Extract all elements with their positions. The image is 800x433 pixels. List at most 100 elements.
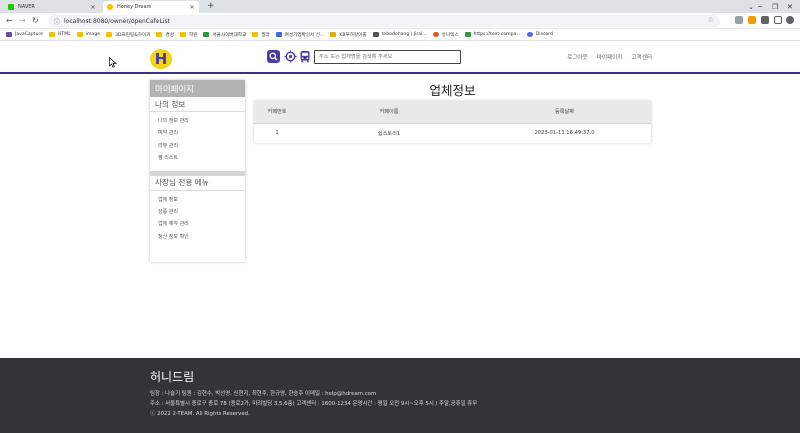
search-button[interactable] (267, 50, 280, 63)
cafe-info-table: 카페번호 카페이름 등록날짜 1 쉼스토리1 2023-01-11 16:49:… (254, 101, 651, 143)
sidebar-item-settlement[interactable]: 정산 정보 확인 (158, 231, 245, 243)
bookmark-item[interactable]: 여성기업확인서 신... (275, 32, 324, 38)
bookmark-item[interactable]: 필라 (252, 32, 270, 38)
bookmark-label: 유니텍스 (441, 32, 459, 38)
bookmark-item[interactable]: 경성 (156, 32, 174, 38)
bookmark-label: 3D프린팅&하이커 (115, 32, 151, 38)
bookmark-label: 필라 (261, 32, 270, 38)
bookmark-item[interactable]: tebodohang | Jirai... (372, 32, 427, 37)
tab-naver[interactable]: NAVER ✕ (4, 1, 100, 13)
search-input[interactable] (314, 50, 461, 64)
honey-dream-favicon-icon (107, 4, 113, 10)
bookmark-icon (6, 32, 12, 37)
naver-favicon-icon (8, 4, 14, 10)
folder-icon (76, 32, 83, 37)
bookmark-icon (330, 32, 337, 37)
bookmark-item[interactable]: 학원 (179, 32, 197, 38)
bookmark-item[interactable]: 유니텍스 (432, 32, 459, 38)
bookmark-icon (464, 32, 471, 37)
bookmark-star-icon[interactable]: ☆ (708, 16, 714, 24)
sidebar-group-owner-menu: 사장님 전용 메뉴 (150, 176, 245, 191)
maximize-icon[interactable]: ❐ (772, 0, 778, 13)
bookmark-item[interactable]: 3D프린팅&하이커 (106, 32, 150, 38)
svg-text:H: H (155, 50, 168, 68)
bookmark-label: https://text-compa... (473, 32, 521, 37)
new-tab-button[interactable]: + (207, 1, 215, 12)
back-icon[interactable]: ← (6, 15, 13, 27)
address-bar[interactable]: ⓘ localhost:8080/owner/openCafeList ☆ (48, 15, 720, 27)
close-tab-icon[interactable]: ✕ (90, 4, 96, 11)
column-header-cafe-number: 카페번호 (254, 101, 300, 124)
sidebar-item-wishlist[interactable]: 찜 리스트 (158, 152, 245, 164)
tab-honey-dream[interactable]: Honey Dream ✕ (103, 1, 199, 13)
site-footer: 허니드림 팀장 : 나슬기 팀원 : 김현수, 박선영, 신현지, 최현주, 한… (0, 358, 800, 433)
cell-registered-date: 2023-01-11 16:49:37.0 (478, 123, 651, 143)
honey-dream-logo-icon[interactable]: H (148, 45, 174, 71)
folder-icon (179, 32, 186, 37)
footer-address-info: 주소 : 서울특별시 종로구 종로 78 (종로2가, 미려빌딩 3,5,6층)… (150, 401, 478, 407)
folder-icon (48, 32, 55, 37)
tab-title: Honey Dream (117, 4, 152, 10)
sidebar-item-my-info-manage[interactable]: 나의 정보 관리 (158, 115, 245, 127)
sidebar-item-products[interactable]: 상품 관리 (158, 206, 245, 218)
footer-team-info: 팀장 : 나슬기 팀원 : 김현수, 박선영, 신현지, 최현주, 한규영, 한… (150, 391, 377, 397)
bookmark-item[interactable]: JavaCapture (6, 32, 43, 37)
bookmark-label: image (85, 32, 101, 37)
profile-avatar-icon[interactable] (786, 16, 794, 24)
bookmark-label: JavaCapture (15, 32, 43, 37)
site-header: H 로그아웃 마이페이지 고객센터 (0, 41, 800, 74)
reload-icon[interactable]: ↻ (32, 15, 39, 27)
column-header-cafe-name: 카페이름 (300, 101, 478, 124)
sidebar-item-store-info[interactable]: 업체 정보 (158, 194, 245, 206)
close-window-icon[interactable]: ✕ (787, 0, 793, 13)
url-text: localhost:8080/owner/openCafeList (64, 17, 170, 25)
logout-link[interactable]: 로그아웃 (567, 53, 588, 61)
footer-brand: 허니드림 (150, 370, 195, 384)
top-nav-links: 로그아웃 마이페이지 고객센터 (558, 53, 652, 61)
bookmark-icon (372, 32, 379, 37)
bookmark-item[interactable]: KB푸하랑이를 (330, 32, 367, 38)
discord-icon (526, 32, 533, 37)
bookmark-item[interactable]: Discord (526, 32, 553, 37)
mypage-link[interactable]: 마이페이지 (597, 53, 623, 61)
folder-icon (252, 32, 259, 37)
bookmark-item[interactable]: https://text-compa... (464, 32, 521, 37)
cell-cafe-name[interactable]: 쉼스토리1 (300, 123, 478, 143)
footer-copyright: ⓒ 2022 2-TEAM. All Rights Reserved. (150, 411, 250, 417)
folder-icon (106, 32, 113, 37)
bookmark-icon (203, 32, 210, 37)
minimize-icon[interactable]: ─ (758, 0, 762, 13)
bookmark-icon (432, 32, 439, 37)
transit-bus-icon[interactable] (299, 50, 311, 63)
sidebar-title: 마이페이지 (150, 80, 245, 97)
tab-search-chevron-icon[interactable]: ⌄ (748, 0, 754, 13)
close-tab-icon[interactable]: ✕ (189, 4, 195, 11)
sidebar-item-reservations[interactable]: 예약 관리 (158, 127, 245, 139)
bookmark-label: 경성 (165, 32, 174, 38)
extension-icon[interactable] (735, 16, 743, 24)
bookmark-label: KB푸하랑이를 (339, 32, 367, 38)
page-title: 업체정보 (429, 83, 476, 98)
bookmark-item[interactable]: 서울사이버대학교 (203, 32, 246, 38)
mouse-cursor-icon (109, 57, 117, 68)
location-target-icon[interactable] (284, 50, 297, 63)
bookmarks-bar: JavaCapture HTML image 3D프린팅&하이커 경성 학원 서… (0, 29, 800, 41)
side-panel-icon[interactable] (774, 16, 782, 24)
bookmark-item[interactable]: image (76, 32, 101, 37)
site-info-icon[interactable]: ⓘ (54, 17, 60, 26)
bookmark-label: tebodohang | Jirai... (381, 32, 427, 37)
bookmark-icon (275, 32, 282, 37)
sidebar-group-my-info: 나의 정보 (150, 97, 245, 112)
extension-icon[interactable] (748, 16, 756, 24)
sidebar-item-reviews[interactable]: 리뷰 관리 (158, 140, 245, 152)
browser-tab-strip: NAVER ✕ Honey Dream ✕ + ⌄ ─ ❐ ✕ (0, 0, 800, 13)
sidebar-item-store-reservations[interactable]: 업체 예약 관리 (158, 218, 245, 230)
table-header-row: 카페번호 카페이름 등록날짜 (254, 101, 651, 124)
forward-icon[interactable]: → (19, 15, 26, 27)
mypage-sidebar: 마이페이지 나의 정보 나의 정보 관리 예약 관리 리뷰 관리 찜 리스트 사… (150, 80, 245, 262)
search-icon (269, 52, 278, 61)
table-row[interactable]: 1 쉼스토리1 2023-01-11 16:49:37.0 (254, 123, 651, 143)
customer-center-link[interactable]: 고객센터 (631, 53, 652, 61)
bookmark-item[interactable]: HTML (48, 32, 71, 37)
puzzle-extensions-icon[interactable] (761, 16, 769, 24)
